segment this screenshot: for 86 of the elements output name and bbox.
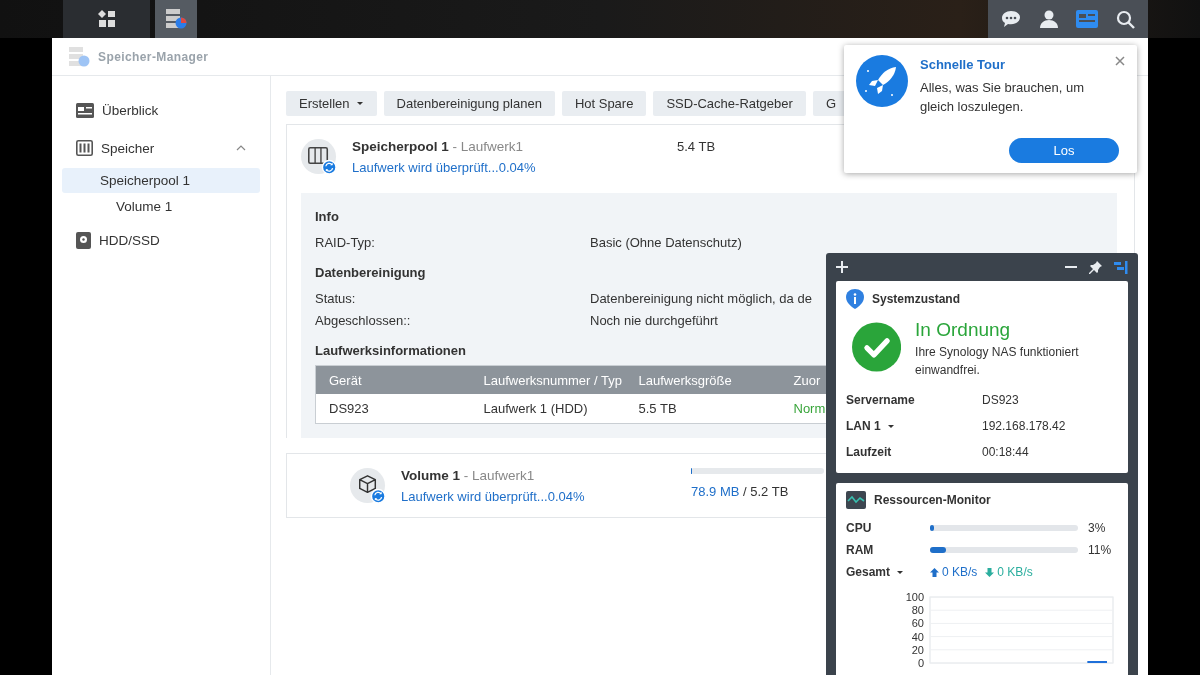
sidebar-item[interactable]: Speicher — [62, 134, 260, 162]
section-title: Datenbereinigung — [315, 265, 426, 280]
toolbar-button[interactable]: Hot Spare — [561, 91, 647, 116]
upload-line — [1086, 661, 1108, 663]
column-header: Zuor — [793, 372, 821, 388]
toolbar-button[interactable]: Datenbereinigung planen — [383, 91, 555, 116]
section-title: Info — [315, 209, 339, 224]
close-icon[interactable] — [1115, 56, 1125, 66]
info-label[interactable]: LAN 1 — [846, 419, 895, 433]
start-tour-button[interactable]: Los — [1009, 138, 1119, 163]
pool-name: Speicherpool 1 - Laufwerk1 — [352, 139, 525, 154]
field-value: Basic (Ohne Datenschutz) — [590, 234, 742, 250]
sidebar-item[interactable]: Volume 1 — [62, 194, 260, 219]
meter-label: RAM — [846, 543, 875, 557]
meter-reading: 3% — [1087, 521, 1107, 535]
status-link[interactable]: Laufwerk wird überprüft...0.04% — [352, 160, 536, 175]
widget-title: Ressourcen-Monitor — [874, 493, 991, 507]
status-link[interactable]: Laufwerk wird überprüft...0.04% — [401, 488, 585, 504]
taskbar-app-button[interactable] — [63, 0, 150, 38]
storage-manager-icon — [165, 8, 187, 30]
table-cell: Norm — [793, 401, 826, 416]
usage-text: 78.9 MB / 5.2 TB — [691, 484, 790, 499]
add-icon[interactable] — [836, 261, 848, 273]
meter-label: CPU — [846, 521, 873, 535]
y-tick-label: 40 — [911, 630, 924, 643]
rocket-icon — [856, 55, 908, 107]
info-shield-icon — [846, 289, 864, 309]
y-tick-label: 100 — [905, 591, 924, 603]
field-value: Datenbereinigung nicht möglich, da de — [590, 290, 812, 306]
tour-text: Alles, was Sie brauchen, um gleich loszulegen. — [920, 79, 1086, 116]
info-label: Laufzeit — [846, 445, 892, 459]
info-value: 192.168.178.42 — [982, 419, 1066, 433]
info-value: 00:18:44 — [982, 445, 1029, 459]
grid-icon — [97, 10, 116, 28]
field-value: Noch nie durchgeführt — [590, 312, 718, 328]
pool-size: 5.4 TB — [677, 139, 716, 154]
info-value: DS923 — [982, 393, 1019, 407]
field-label: Abgeschlossen:: — [315, 312, 411, 328]
search-icon — [1115, 9, 1135, 29]
toolbar-button[interactable]: SSD-Cache-Ratgeber — [653, 91, 806, 116]
table-cell: DS923 — [329, 401, 369, 416]
chat-icon — [1001, 10, 1021, 28]
table-cell: 5.5 TB — [638, 401, 677, 416]
storage-pool-icon — [301, 139, 337, 175]
meter-reading: 11% — [1087, 543, 1113, 557]
storage-manager-icon — [68, 45, 90, 68]
pin-icon[interactable] — [1089, 260, 1102, 274]
y-tick-label: 0 — [917, 657, 924, 669]
upload-rate: 0 KB/s — [942, 565, 978, 579]
chevron-up-icon — [236, 145, 246, 151]
caret-icon — [355, 101, 364, 106]
info-label: Servername — [846, 393, 915, 407]
taskbar-app-button[interactable] — [155, 0, 197, 38]
network-dropdown[interactable]: Gesamt — [846, 565, 930, 579]
section-title: Laufwerksinformationen — [315, 343, 466, 358]
sidebar-item[interactable]: Überblick — [62, 96, 260, 124]
table-cell: Laufwerk 1 (HDD) — [483, 401, 588, 416]
user-icon — [1040, 10, 1058, 28]
sidebar-item[interactable]: HDD/SSD — [62, 226, 260, 254]
sidebar-item[interactable]: Speicherpool 1 — [62, 168, 260, 193]
column-header: Gerät — [329, 372, 362, 388]
tour-title: Schnelle Tour — [920, 57, 1005, 72]
caret-icon — [896, 569, 905, 575]
volume-name: Volume 1 - Laufwerk1 — [401, 467, 536, 483]
check-circle-icon — [852, 319, 902, 375]
widget-panel-icon — [1076, 10, 1098, 28]
health-message: Ihre Synology NAS funktioniert einwandfrei. — [915, 344, 1080, 379]
toolbar-button[interactable]: Erstellen — [286, 91, 377, 116]
download-rate: 0 KB/s — [997, 565, 1033, 579]
overview-icon — [76, 102, 94, 118]
field-label: RAID-Typ: — [315, 234, 375, 250]
y-tick-label: 60 — [911, 617, 924, 630]
column-header: Laufwerksgröße — [638, 372, 732, 388]
panel-icon[interactable] — [1114, 260, 1128, 274]
download-arrow-icon — [985, 567, 995, 577]
volume-icon — [350, 467, 386, 504]
upload-arrow-icon — [930, 567, 939, 577]
field-label: Status: — [315, 290, 356, 306]
y-tick-label: 20 — [911, 643, 924, 656]
storage-icon — [76, 140, 93, 156]
window-title: Speicher-Manager — [98, 49, 209, 64]
column-header: Laufwerksnummer / Typ — [483, 372, 622, 388]
pulse-icon — [846, 491, 866, 509]
health-status: In Ordnung — [915, 319, 1011, 341]
widget-title: Systemzustand — [872, 292, 961, 306]
y-tick-label: 80 — [911, 604, 924, 617]
